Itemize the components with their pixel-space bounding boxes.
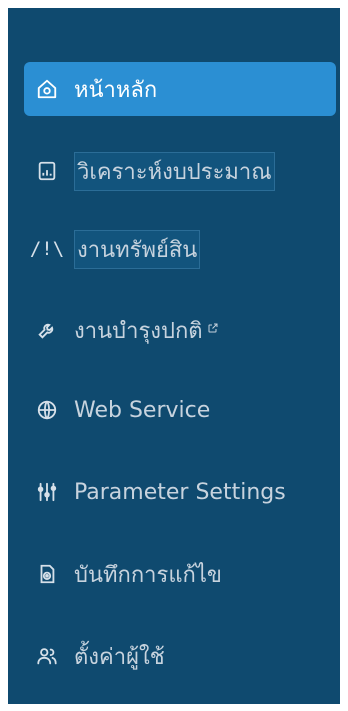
sidebar-item-label: วิเคราะห์งบประมาณ — [74, 151, 275, 191]
sliders-icon — [36, 481, 58, 503]
sidebar-item-label: งานบำรุงปกติ — [74, 318, 203, 344]
sidebar-item-assets[interactable]: /!\ งานทรัพย์สิน — [24, 222, 336, 276]
wrench-icon — [36, 319, 58, 341]
users-icon — [36, 645, 58, 667]
external-link-icon — [207, 322, 219, 338]
sidebar-item-label: หน้าหลัก — [74, 77, 158, 103]
sidebar-item-web-service[interactable]: Web Service — [24, 383, 336, 437]
globe-icon — [36, 399, 58, 421]
report-icon — [36, 160, 58, 182]
sidebar-item-maintenance[interactable]: งานบำรุงปกติ — [24, 303, 336, 357]
home-icon — [36, 78, 58, 100]
sidebar-item-label: ตั้งค่าผู้ใช้ — [74, 644, 165, 670]
sidebar-item-edit-log[interactable]: บันทึกการแก้ไข — [24, 547, 336, 601]
file-edit-icon — [36, 563, 58, 585]
sidebar: หน้าหลัก วิเคราะห์งบประมาณ /!\ งานทรัพย์… — [8, 8, 340, 704]
slash-icon: /!\ — [29, 238, 65, 260]
sidebar-item-label: บันทึกการแก้ไข — [74, 562, 222, 588]
sidebar-item-home[interactable]: หน้าหลัก — [24, 62, 336, 116]
sidebar-item-label: งานทรัพย์สิน — [74, 229, 201, 269]
sidebar-item-label: Parameter Settings — [74, 479, 286, 505]
sidebar-item-user-settings[interactable]: ตั้งค่าผู้ใช้ — [24, 629, 336, 683]
sidebar-item-budget-analysis[interactable]: วิเคราะห์งบประมาณ — [24, 144, 336, 198]
sidebar-item-parameter-settings[interactable]: Parameter Settings — [24, 465, 336, 519]
sidebar-item-label: Web Service — [74, 397, 211, 423]
